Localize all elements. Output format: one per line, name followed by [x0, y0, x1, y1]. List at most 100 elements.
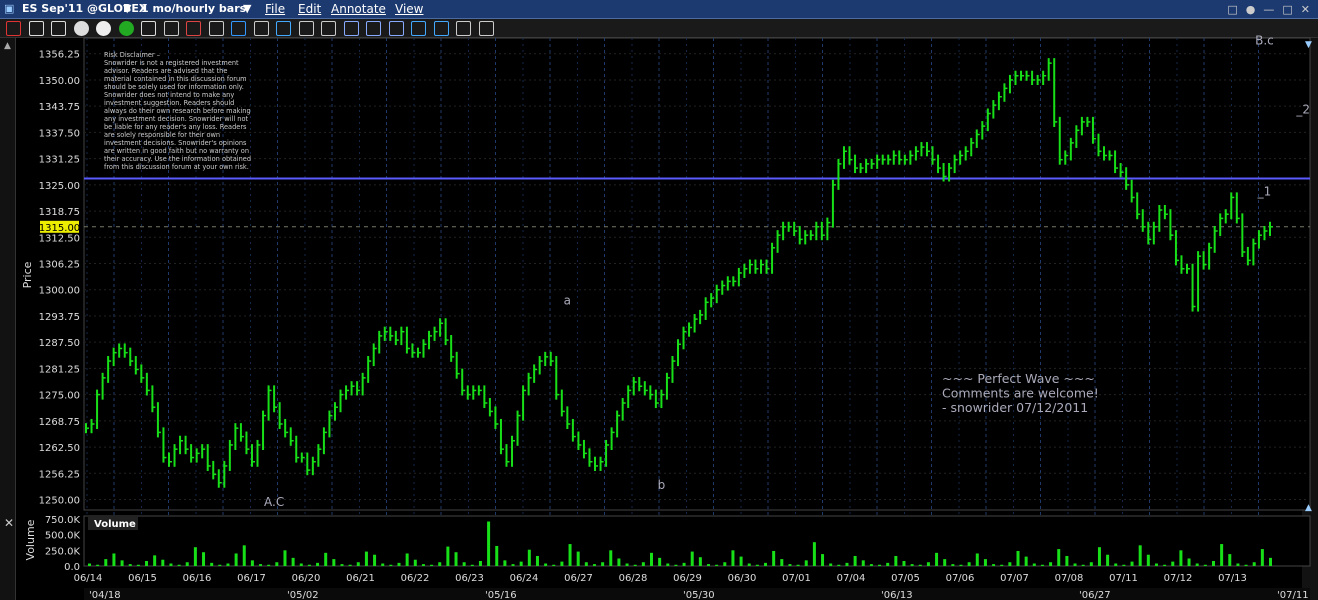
- volume-bar: [421, 564, 425, 566]
- volume-bar: [332, 559, 336, 566]
- disclaimer-line: are written in good faith but no warrant…: [104, 147, 249, 155]
- comment-line: ~~~ Perfect Wave ~~~: [942, 371, 1095, 386]
- volume-bar: [462, 562, 466, 566]
- volume-bar: [983, 559, 987, 566]
- y-tick-label: 1300.00: [39, 286, 80, 297]
- disclaimer-line: investment decisions. Snowrider's opinio…: [104, 139, 247, 147]
- volume-bar: [202, 552, 206, 566]
- disclaimer-line: Risk Disclaimer –: [104, 51, 160, 59]
- volume-bar: [641, 562, 645, 566]
- volume-bar: [128, 564, 132, 566]
- x-tick-label: 07/07: [1000, 573, 1029, 584]
- disclaimer-line: Snowrider does not intend to make any: [104, 91, 234, 99]
- volume-bar: [1114, 563, 1118, 566]
- volume-bar: [527, 549, 531, 566]
- volume-bar: [307, 564, 311, 566]
- volume-bar: [389, 564, 393, 566]
- volume-bar: [145, 560, 149, 566]
- volume-bar: [356, 562, 360, 566]
- volume-bar: [690, 551, 694, 566]
- y-tick-label: 1312.50: [39, 233, 80, 244]
- volume-bar: [454, 552, 458, 566]
- volume-bar: [405, 553, 409, 566]
- wave-label: a: [564, 293, 571, 307]
- volume-bar: [267, 564, 271, 566]
- y-tick-label: 1337.50: [39, 128, 80, 139]
- volume-bar: [829, 563, 833, 566]
- x-tick-label: 07/05: [891, 573, 920, 584]
- volume-bar: [886, 562, 890, 566]
- volume-bar: [837, 564, 841, 566]
- disclaimer-line: advisor. Readers are advised that the: [104, 67, 227, 75]
- volume-bar: [1211, 560, 1215, 566]
- volume-bar: [658, 557, 662, 566]
- period-label: '06/27: [1079, 590, 1111, 600]
- volume-bar: [96, 564, 100, 566]
- volume-tick-label: 500.0K: [45, 531, 81, 542]
- volume-bar: [446, 546, 450, 566]
- wave-label: B.c: [1255, 33, 1274, 47]
- volume-bar: [772, 550, 776, 566]
- volume-bar: [715, 564, 719, 566]
- volume-bar: [1016, 550, 1020, 566]
- volume-bar: [804, 560, 808, 566]
- y-tick-label: 1256.25: [39, 469, 80, 480]
- volume-bar: [1252, 562, 1256, 566]
- wave-label: _2: [1295, 103, 1310, 117]
- volume-bar: [1065, 555, 1069, 566]
- volume-bar: [609, 550, 613, 566]
- volume-bar: [373, 554, 377, 566]
- volume-bar: [560, 561, 564, 566]
- price-plot-area: [83, 37, 1311, 511]
- volume-bar: [218, 564, 222, 566]
- scroll-up-icon[interactable]: ▲: [4, 41, 11, 51]
- close-volume-icon[interactable]: ✕: [4, 516, 14, 530]
- volume-bar: [910, 564, 914, 566]
- volume-tick-label: 0.0: [64, 562, 80, 573]
- volume-bar: [1195, 563, 1199, 566]
- volume-bar: [438, 562, 442, 566]
- volume-bar: [291, 557, 295, 566]
- volume-bar: [120, 560, 124, 566]
- volume-bar: [959, 564, 963, 566]
- right-scroll-up-icon[interactable]: ▼: [1305, 40, 1312, 50]
- volume-bar: [584, 562, 588, 566]
- volume-bar: [592, 564, 596, 566]
- volume-bar: [1032, 563, 1036, 566]
- volume-bar: [112, 553, 116, 566]
- volume-bar: [739, 556, 743, 566]
- disclaimer-line: are solely responsible for their own: [104, 131, 220, 139]
- x-tick-label: 06/16: [183, 573, 212, 584]
- y-tick-label: 1293.75: [39, 312, 80, 323]
- disclaimer-line: investment suggestion. Readers should: [104, 99, 234, 107]
- volume-bar: [1154, 563, 1158, 566]
- volume-title: Volume: [94, 519, 136, 530]
- volume-bar: [185, 562, 189, 566]
- volume-bar: [136, 564, 140, 566]
- right-scroll-down-icon[interactable]: ▲: [1305, 503, 1312, 513]
- volume-bar: [1049, 562, 1053, 566]
- x-tick-label: 06/14: [74, 573, 103, 584]
- disclaimer-line: be liable for any reader's any loss. Rea…: [104, 123, 247, 131]
- volume-bar: [1138, 545, 1142, 566]
- y-tick-label: 1281.25: [39, 364, 80, 375]
- volume-bar: [951, 564, 955, 566]
- volume-bar: [617, 558, 621, 566]
- volume-bar: [878, 564, 882, 566]
- volume-bar: [1179, 550, 1183, 566]
- comment-line: Comments are welcome!: [942, 386, 1099, 401]
- volume-bar: [478, 560, 482, 566]
- volume-bar: [1008, 562, 1012, 566]
- volume-bar: [1163, 564, 1167, 566]
- volume-bar: [1228, 554, 1232, 566]
- volume-bar: [1122, 564, 1126, 566]
- volume-bar: [764, 562, 768, 566]
- y-tick-label: 1262.50: [39, 443, 80, 454]
- volume-bar: [193, 547, 197, 566]
- volume-bar: [364, 551, 368, 566]
- wave-label: _1: [1257, 184, 1272, 198]
- volume-bar: [226, 563, 230, 566]
- volume-bar: [1106, 554, 1110, 566]
- volume-bar: [1081, 564, 1085, 566]
- volume-bar: [576, 551, 580, 566]
